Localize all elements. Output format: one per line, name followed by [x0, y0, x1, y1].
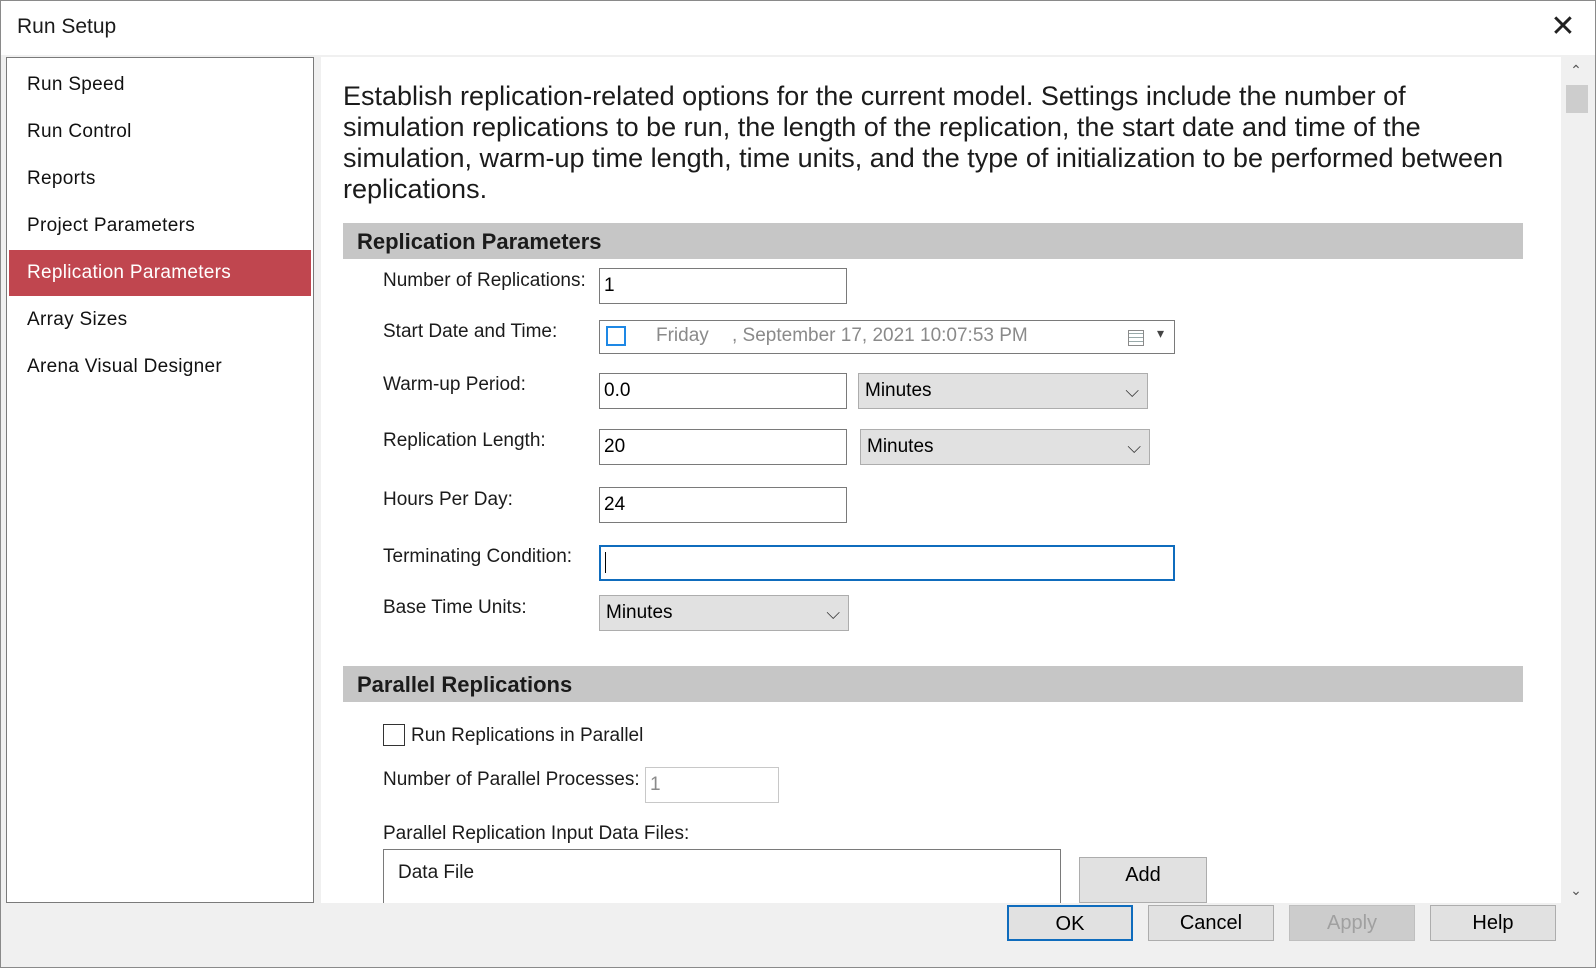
num-replications-label: Number of Replications: — [383, 270, 586, 291]
run-parallel-label[interactable]: Run Replications in Parallel — [411, 725, 643, 747]
terminating-condition-input[interactable] — [599, 545, 1175, 581]
chevron-down-icon: ⌵ — [826, 603, 840, 623]
nav-item-arena-visual-designer[interactable]: Arena Visual Designer — [9, 344, 311, 390]
run-parallel-checkbox[interactable] — [383, 724, 405, 746]
cancel-button[interactable]: Cancel — [1148, 905, 1274, 941]
num-processes-label: Number of Parallel Processes: — [383, 769, 640, 790]
nav-item-array-sizes[interactable]: Array Sizes — [9, 297, 311, 343]
rep-length-units-select[interactable]: Minutes ⌵ — [860, 429, 1150, 465]
settings-nav: Run Speed Run Control Reports Project Pa… — [6, 57, 314, 903]
nav-item-replication-parameters[interactable]: Replication Parameters — [9, 250, 311, 296]
input-files-label: Parallel Replication Input Data Files: — [383, 823, 690, 844]
start-datetime-checkbox[interactable] — [606, 326, 626, 346]
warmup-label: Warm-up Period: — [383, 374, 526, 395]
terminating-condition-label: Terminating Condition: — [383, 546, 573, 567]
page-description: Establish replication-related options fo… — [343, 81, 1504, 204]
nav-item-reports[interactable]: Reports — [9, 156, 311, 202]
base-time-units-select[interactable]: Minutes ⌵ — [599, 595, 849, 631]
title-bar: Run Setup ✕ — [1, 1, 1595, 55]
text-caret — [605, 552, 606, 573]
scroll-down-icon[interactable]: ⌄ — [1561, 877, 1591, 903]
num-replications-input[interactable]: 1 — [599, 268, 847, 304]
start-day-text: Friday — [656, 325, 709, 346]
close-icon[interactable]: ✕ — [1543, 7, 1583, 47]
rep-length-units-value: Minutes — [867, 436, 934, 457]
hours-per-day-label: Hours Per Day: — [383, 489, 513, 510]
scroll-thumb[interactable] — [1566, 85, 1588, 113]
add-file-button[interactable]: Add — [1079, 857, 1207, 903]
calendar-icon[interactable] — [1128, 330, 1144, 346]
data-file-column-header: Data File — [398, 862, 475, 883]
help-button[interactable]: Help — [1430, 905, 1556, 941]
warmup-units-value: Minutes — [865, 380, 932, 401]
chevron-down-icon: ⌵ — [1125, 381, 1139, 401]
rep-length-input[interactable]: 20 — [599, 429, 847, 465]
warmup-units-select[interactable]: Minutes ⌵ — [858, 373, 1148, 409]
start-datetime-label: Start Date and Time: — [383, 321, 558, 342]
base-time-units-label: Base Time Units: — [383, 597, 527, 618]
hours-per-day-input[interactable]: 24 — [599, 487, 847, 523]
dialog-title: Run Setup — [17, 15, 117, 38]
run-setup-dialog: Run Setup ✕ Run Speed Run Control Report… — [0, 0, 1596, 968]
input-files-list[interactable]: Data File — [383, 849, 1061, 903]
scroll-up-icon[interactable]: ⌃ — [1561, 57, 1591, 83]
apply-button[interactable]: Apply — [1289, 905, 1415, 941]
num-processes-input[interactable]: 1 — [645, 767, 779, 803]
base-time-units-value: Minutes — [606, 602, 673, 623]
settings-panel: Establish replication-related options fo… — [321, 57, 1561, 903]
ok-button[interactable]: OK — [1007, 905, 1133, 941]
chevron-down-icon: ⌵ — [1127, 437, 1141, 457]
warmup-input[interactable]: 0.0 — [599, 373, 847, 409]
section-header-parallel-replications: Parallel Replications — [343, 666, 1523, 702]
rep-length-label: Replication Length: — [383, 430, 546, 451]
dropdown-arrow-icon[interactable]: ▾ — [1157, 325, 1164, 342]
nav-item-project-parameters[interactable]: Project Parameters — [9, 203, 311, 249]
nav-item-run-speed[interactable]: Run Speed — [9, 62, 311, 108]
nav-item-run-control[interactable]: Run Control — [9, 109, 311, 155]
section-header-replication-parameters: Replication Parameters — [343, 223, 1523, 259]
vertical-scrollbar[interactable]: ⌃ ⌄ — [1561, 57, 1591, 903]
start-datetime-picker[interactable]: Friday , September 17, 2021 10:07:53 PM … — [599, 320, 1175, 354]
start-date-text: , September 17, 2021 10:07:53 PM — [732, 325, 1028, 346]
